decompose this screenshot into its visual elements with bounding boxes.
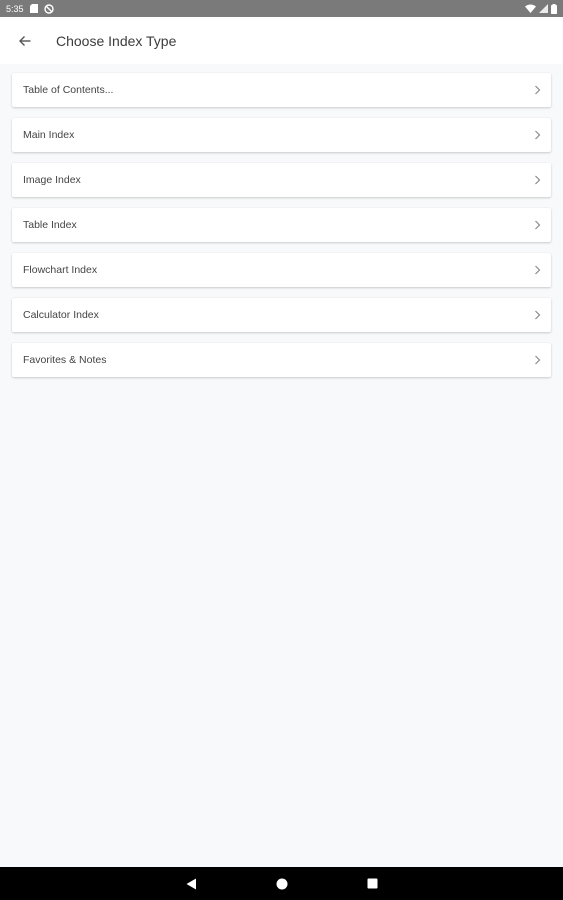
navigation-bar <box>0 867 563 900</box>
back-triangle-icon <box>186 878 197 890</box>
index-type-item[interactable]: Main Index <box>12 118 551 152</box>
no-sync-icon <box>43 3 54 14</box>
page-title: Choose Index Type <box>56 32 177 49</box>
sd-card-icon <box>29 4 38 13</box>
chevron-right-icon <box>534 85 541 95</box>
index-type-label: Table of Contents... <box>23 84 114 96</box>
status-time: 5:35 <box>6 3 24 14</box>
index-type-label: Flowchart Index <box>23 264 98 276</box>
nav-back-button[interactable] <box>171 867 211 900</box>
index-type-label: Favorites & Notes <box>23 354 107 366</box>
index-type-item[interactable]: Calculator Index <box>12 298 551 332</box>
nav-home-button[interactable] <box>262 867 302 900</box>
index-type-label: Table Index <box>23 219 77 231</box>
index-type-item[interactable]: Flowchart Index <box>12 253 551 287</box>
wifi-icon <box>525 4 536 13</box>
index-type-item[interactable]: Favorites & Notes <box>12 343 551 377</box>
app-bar: Choose Index Type <box>0 17 563 64</box>
arrow-left-icon <box>19 35 31 47</box>
index-type-label: Main Index <box>23 129 75 141</box>
signal-icon <box>539 4 548 13</box>
index-type-label: Calculator Index <box>23 309 99 321</box>
home-circle-icon <box>276 878 288 890</box>
status-bar: 5:35 <box>0 0 563 17</box>
index-type-item[interactable]: Image Index <box>12 163 551 197</box>
index-type-label: Image Index <box>23 174 81 186</box>
battery-icon <box>551 3 557 14</box>
chevron-right-icon <box>534 355 541 365</box>
chevron-right-icon <box>534 310 541 320</box>
chevron-right-icon <box>534 130 541 140</box>
recents-square-icon <box>367 878 378 889</box>
index-type-item[interactable]: Table Index <box>12 208 551 242</box>
index-type-list: Table of Contents... Main Index Image Inde… <box>12 73 551 388</box>
chevron-right-icon <box>534 175 541 185</box>
nav-recents-button[interactable] <box>352 867 392 900</box>
chevron-right-icon <box>534 220 541 230</box>
back-button[interactable] <box>0 17 50 64</box>
index-type-item[interactable]: Table of Contents... <box>12 73 551 107</box>
chevron-right-icon <box>534 265 541 275</box>
